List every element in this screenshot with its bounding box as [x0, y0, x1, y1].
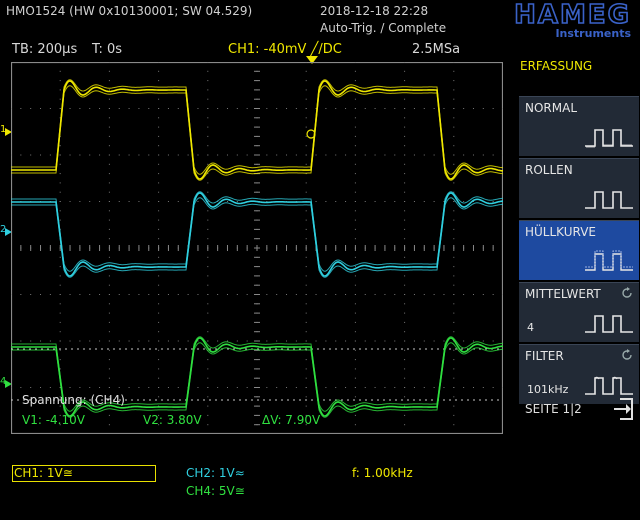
- filter-button[interactable]: FILTER 101kHz: [519, 344, 639, 404]
- huellkurve-button-label: HÜLLKURVE: [525, 225, 596, 239]
- ch2-trace: [11, 192, 503, 277]
- rollen-button[interactable]: ROLLEN: [519, 158, 639, 218]
- exit-menu-icon[interactable]: [612, 396, 636, 422]
- waveform-display[interactable]: [11, 62, 503, 434]
- filter-value: 101kHz: [527, 383, 569, 396]
- normal-button[interactable]: NORMAL: [519, 96, 639, 156]
- ch2-trace: [11, 191, 503, 272]
- filter-waveform-icon: [585, 376, 633, 395]
- device-info: HMO1524 (HW 0x10130001; SW 04.529): [6, 4, 253, 18]
- hameg-logo: HAMEG Instruments: [513, 1, 631, 39]
- datetime: 2018-12-18 22:28: [320, 4, 429, 18]
- frequency-readout: f: 1.00kHz: [352, 466, 413, 480]
- measurement-title: Spannung: (CH4): [22, 393, 125, 407]
- graticule: [11, 62, 503, 434]
- normal-waveform-icon: [585, 129, 633, 148]
- filter-button-label: FILTER: [525, 349, 564, 363]
- sample-rate: 2.5MSa: [412, 42, 461, 57]
- measurement-dv: ΔV: 7.90V: [262, 413, 321, 427]
- ch2-trace: [11, 197, 503, 278]
- trigger-time: T: 0s: [92, 42, 123, 57]
- measurement-v2: V2: 3.80V: [143, 413, 202, 427]
- brand-name: HAMEG: [514, 1, 631, 30]
- rotary-knob-icon: [622, 287, 632, 298]
- brand-sub: Instruments: [555, 27, 631, 39]
- huellkurve-button[interactable]: HÜLLKURVE: [519, 220, 639, 280]
- mittelwert-button-label: MITTELWERT: [525, 287, 601, 301]
- normal-button-label: NORMAL: [525, 101, 578, 115]
- ch2-scale[interactable]: CH2: 1V≈: [186, 466, 245, 480]
- page-indicator: SEITE 1|2: [525, 402, 582, 416]
- menu-title: ERFASSUNG: [520, 59, 593, 73]
- average-waveform-icon: [585, 315, 633, 333]
- trigger-info: CH1: -40mV ╱/DC: [228, 42, 342, 57]
- ch4-scale[interactable]: CH4: 5V≅: [186, 484, 245, 498]
- mittelwert-button[interactable]: MITTELWERT 4: [519, 282, 639, 342]
- roll-waveform-icon: [585, 191, 633, 209]
- envelope-waveform-icon: [585, 250, 633, 271]
- trigger-status: Auto-Trig. / Complete: [320, 21, 447, 35]
- rollen-button-label: ROLLEN: [525, 163, 573, 177]
- rotary-knob-icon: [622, 349, 632, 360]
- mittelwert-value: 4: [527, 321, 534, 334]
- ch1-scale[interactable]: CH1: 1V≅: [14, 466, 73, 480]
- timebase: TB: 200µs: [12, 42, 78, 57]
- measurement-v1: V1: -4.10V: [22, 413, 85, 427]
- ch1-trace: [11, 85, 503, 181]
